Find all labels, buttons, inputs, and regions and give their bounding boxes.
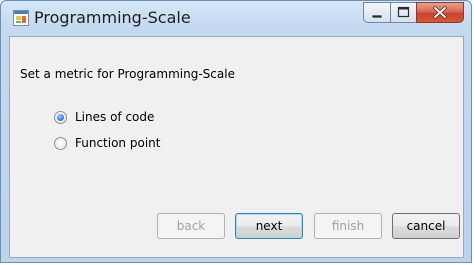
app-window-icon bbox=[13, 10, 29, 26]
minimize-button[interactable] bbox=[363, 2, 391, 23]
dialog-content: Set a metric for Programming-Scale Lines… bbox=[9, 36, 464, 258]
maximize-button[interactable] bbox=[390, 2, 417, 23]
next-button[interactable]: next bbox=[235, 213, 303, 239]
back-button[interactable]: back bbox=[157, 213, 225, 239]
finish-button[interactable]: finish bbox=[314, 213, 382, 239]
title-bar[interactable]: Programming-Scale bbox=[1, 1, 471, 34]
close-icon bbox=[433, 6, 447, 19]
minimize-icon bbox=[371, 14, 383, 19]
close-button[interactable] bbox=[416, 2, 464, 23]
dialog-window: Programming-Scale Set a metric for Progr… bbox=[0, 0, 472, 263]
cancel-button[interactable]: cancel bbox=[392, 213, 460, 239]
maximize-icon bbox=[397, 6, 410, 18]
radio-button-selected[interactable] bbox=[54, 111, 67, 124]
metric-prompt: Set a metric for Programming-Scale bbox=[20, 67, 235, 81]
radio-label-function-point[interactable]: Function point bbox=[75, 136, 160, 150]
window-title: Programming-Scale bbox=[34, 8, 191, 27]
radio-dot-icon bbox=[57, 114, 64, 121]
radio-button[interactable] bbox=[54, 137, 67, 150]
radio-label-lines-of-code[interactable]: Lines of code bbox=[75, 110, 154, 124]
